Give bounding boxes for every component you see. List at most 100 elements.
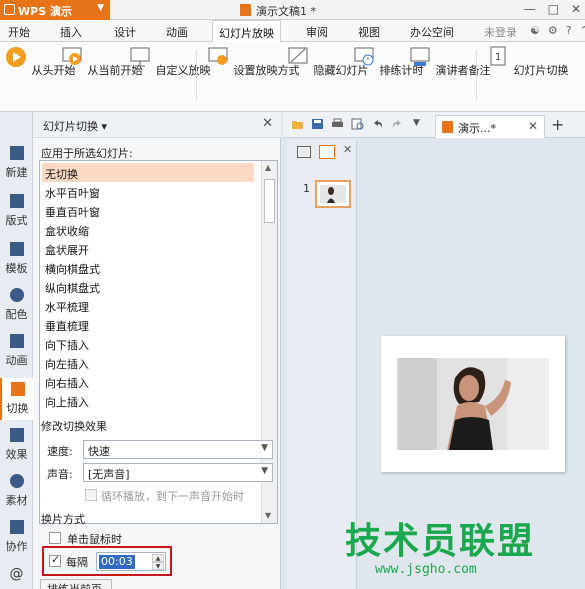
close-icon[interactable]: ✕ [528, 119, 538, 133]
rail-item-assets[interactable]: 素材 [0, 474, 33, 508]
custom-show-button[interactable]: 自定义放映 [128, 46, 211, 78]
speed-select[interactable]: 快速 ▼ [83, 440, 273, 459]
tab-insert[interactable]: 插入 [60, 24, 82, 40]
scroll-down-icon[interactable]: ▼ [265, 511, 271, 520]
rail-item-template[interactable]: 模板 [0, 242, 33, 276]
portrait-image [397, 358, 549, 450]
add-tab-icon[interactable]: + [551, 115, 564, 134]
rail-item-label: 模板 [5, 262, 28, 275]
open-folder-icon[interactable] [291, 118, 304, 130]
rail-item-at[interactable]: @ [0, 566, 33, 582]
list-item[interactable]: 盒状收缩 [42, 220, 254, 239]
every-time-value[interactable]: 00:03 [99, 555, 135, 569]
slide-thumbnail[interactable] [315, 180, 351, 208]
tab-home[interactable]: 开始 [8, 24, 30, 40]
document-icon [240, 4, 251, 16]
list-item[interactable]: 垂直百叶窗 [42, 201, 254, 220]
redo-icon[interactable] [391, 118, 404, 130]
ribbon: 从头开始 从当前开始 自定义放映 设置放映方式 隐藏幻灯片 排练计时 演讲者备注… [0, 42, 585, 112]
slide-photo[interactable] [397, 358, 549, 450]
slide-transition-label: 幻灯片切换 [513, 64, 569, 77]
rail-item-animation[interactable]: 动画 [0, 334, 33, 368]
rail-item-label: 效果 [5, 448, 28, 461]
chevron-down-icon[interactable]: ▼ [413, 118, 420, 128]
speaker-notes-icon [410, 47, 430, 66]
modify-effect-label: 修改切换效果 [41, 420, 107, 433]
list-item[interactable]: 无切换 [42, 163, 254, 182]
app-menu-button[interactable]: WPS 演示 ▼ [0, 0, 110, 20]
list-item[interactable]: 横向棋盘式 [42, 258, 254, 277]
list-item[interactable]: 向上插入 [42, 391, 254, 410]
current-slide[interactable] [381, 336, 565, 472]
rail-item-transition[interactable]: 切换 [0, 378, 33, 420]
loop-checkbox[interactable] [85, 489, 97, 501]
document-toolbar: ▼ 演示...* ✕ + [283, 112, 585, 138]
rail-item-color[interactable]: 配色 [0, 288, 33, 322]
rail-item-new[interactable]: 新建 [0, 146, 33, 180]
tab-animation[interactable]: 动画 [166, 24, 188, 40]
rail-item-label: 新建 [5, 166, 28, 179]
tab-design[interactable]: 设计 [114, 24, 136, 40]
settings-icon[interactable]: ⚙ [548, 24, 558, 37]
layout-icon [9, 194, 24, 208]
document-title-text: 演示文稿1 * [256, 5, 316, 18]
list-item[interactable]: 纵向棋盘式 [42, 277, 254, 296]
every-time-spinner[interactable]: 00:03 ▲ ▼ [96, 552, 166, 571]
speaker-notes-button[interactable]: 演讲者备注 [408, 46, 491, 78]
outline-view-icon[interactable] [297, 146, 311, 158]
every-checkbox[interactable] [49, 553, 61, 567]
collapse-ribbon-icon[interactable]: ⌃ [580, 24, 585, 37]
play-icon [6, 47, 26, 67]
sound-select[interactable]: [无声音] ▼ [83, 463, 273, 482]
rail-item-effects[interactable]: 效果 [0, 428, 33, 462]
document-tab[interactable]: 演示...* ✕ [435, 115, 545, 138]
print-preview-icon[interactable] [351, 118, 364, 130]
slide-transition-button[interactable]: 1 幻灯片切换 [486, 46, 569, 78]
collab-icon [9, 520, 24, 534]
slide-thumbnail-image [320, 185, 346, 203]
loop-label: 循环播放，到下一声音开始时 [101, 490, 244, 503]
list-item[interactable]: 水平百叶窗 [42, 182, 254, 201]
skin-icon[interactable]: ☯ [530, 24, 540, 37]
spin-up-icon[interactable]: ▲ [152, 554, 164, 562]
sound-label: 声音: [47, 468, 73, 481]
scrollbar-thumb[interactable] [264, 179, 275, 223]
minimize-button[interactable]: — [524, 2, 536, 16]
tab-view[interactable]: 视图 [358, 24, 380, 40]
undo-icon[interactable] [371, 118, 384, 130]
speed-value: 快速 [88, 445, 110, 458]
list-item[interactable]: 向右插入 [42, 372, 254, 391]
rail-item-layout[interactable]: 版式 [0, 194, 33, 228]
scroll-up-icon[interactable]: ▲ [265, 163, 271, 172]
document-tab-label: 演示...* [458, 122, 496, 135]
slides-view-icon[interactable] [319, 145, 335, 159]
assets-icon [9, 474, 24, 488]
close-icon[interactable]: ✕ [262, 116, 273, 131]
list-item[interactable]: 向下插入 [42, 334, 254, 353]
rehearse-current-button[interactable]: 排练当前页 [40, 579, 112, 589]
screen-icon [130, 47, 150, 67]
list-item[interactable]: 向左插入 [42, 353, 254, 372]
spin-down-icon[interactable]: ▼ [152, 562, 164, 570]
maximize-button[interactable]: □ [548, 2, 559, 16]
tab-office-space[interactable]: 办公空间 [410, 24, 454, 40]
pane-title[interactable]: 幻灯片切换 ▾ [43, 118, 107, 134]
tab-review[interactable]: 审阅 [306, 24, 328, 40]
rehearse-icon [354, 47, 374, 66]
help-icon[interactable]: ? [566, 24, 572, 37]
list-item[interactable]: 垂直梳理 [42, 315, 254, 334]
close-icon[interactable]: ✕ [343, 143, 352, 156]
app-name: WPS 演示 [18, 5, 72, 18]
print-icon[interactable] [331, 118, 344, 130]
list-item[interactable]: 盒状展开 [42, 239, 254, 258]
window-controls: — □ ✕ [524, 2, 581, 16]
close-button[interactable]: ✕ [571, 2, 581, 16]
on-click-checkbox[interactable] [49, 532, 61, 544]
login-link[interactable]: 未登录 [484, 24, 517, 40]
tab-slideshow[interactable]: 幻灯片放映 [212, 20, 281, 42]
list-item[interactable]: 水平梳理 [42, 296, 254, 315]
ribbon-separator [196, 50, 197, 100]
rail-item-collab[interactable]: 协作 [0, 520, 33, 554]
watermark-text: 技术员联盟 [345, 521, 536, 562]
save-icon[interactable] [311, 118, 324, 130]
